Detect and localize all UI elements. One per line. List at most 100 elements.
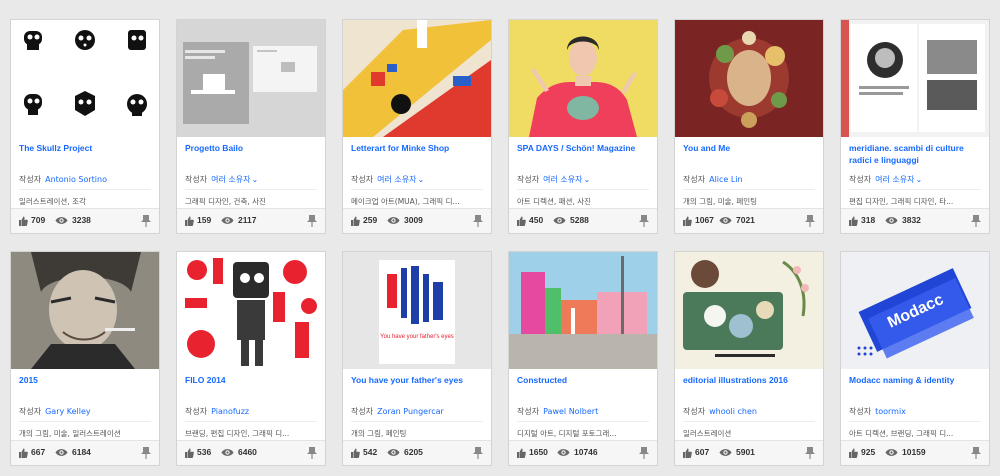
project-card[interactable]: Progetto Bailo 작성자 여러 소유자⌄ 그래픽 디자인, 건축, 사… bbox=[176, 19, 326, 234]
project-card[interactable]: You have your father's eyes You have you… bbox=[342, 251, 492, 466]
divider bbox=[517, 189, 649, 190]
chevron-down-icon[interactable]: ⌄ bbox=[251, 175, 258, 184]
owner-link[interactable]: 여러 소유자 bbox=[543, 175, 582, 184]
project-thumbnail[interactable] bbox=[11, 252, 159, 369]
owner-prefix: 작성자 bbox=[351, 407, 374, 416]
view-count: 6184 bbox=[72, 447, 91, 457]
save-pin-icon[interactable] bbox=[307, 214, 317, 227]
project-title[interactable]: SPA DAYS / Schön! Magazine bbox=[517, 142, 653, 154]
eye-icon bbox=[221, 217, 234, 224]
project-card[interactable]: editorial illustrations 2016 작성자 whooli c… bbox=[674, 251, 824, 466]
project-thumbnail[interactable] bbox=[177, 20, 325, 137]
project-title[interactable]: editorial illustrations 2016 bbox=[683, 374, 819, 386]
owner-prefix: 작성자 bbox=[849, 407, 872, 416]
save-pin-icon[interactable] bbox=[473, 446, 483, 459]
project-stats: 1650 10746 bbox=[509, 440, 657, 465]
project-owner: 작성자 whooli chen bbox=[683, 406, 819, 417]
project-thumbnail[interactable] bbox=[177, 252, 325, 369]
save-pin-icon[interactable] bbox=[639, 214, 649, 227]
project-owner: 작성자 Antonio Sortino bbox=[19, 174, 155, 185]
project-owner: 작성자 여러 소유자⌄ bbox=[185, 174, 321, 185]
save-pin-icon[interactable] bbox=[805, 446, 815, 459]
project-stats: 1067 7021 bbox=[675, 208, 823, 233]
divider bbox=[19, 189, 151, 190]
owner-link[interactable]: Zoran Pungercar bbox=[377, 407, 444, 416]
owner-link[interactable]: whooli chen bbox=[709, 407, 757, 416]
save-pin-icon[interactable] bbox=[141, 446, 151, 459]
save-pin-icon[interactable] bbox=[473, 214, 483, 227]
owner-link[interactable]: Pianofuzz bbox=[211, 407, 249, 416]
eye-icon bbox=[885, 449, 898, 456]
divider bbox=[849, 421, 981, 422]
owner-link[interactable]: 여러 소유자 bbox=[875, 175, 914, 184]
divider bbox=[517, 421, 649, 422]
project-card[interactable]: 2015 작성자 Gary Kelley 개의 그림, 미술, 일러스트레이션 6… bbox=[10, 251, 160, 466]
owner-prefix: 작성자 bbox=[19, 175, 42, 184]
project-title[interactable]: 2015 bbox=[19, 374, 155, 386]
project-title[interactable]: Letterart for Minke Shop bbox=[351, 142, 487, 154]
project-stats: 159 2117 bbox=[177, 208, 325, 233]
project-owner: 작성자 Zoran Pungercar bbox=[351, 406, 487, 417]
owner-link[interactable]: 여러 소유자 bbox=[377, 175, 416, 184]
project-card[interactable]: meridiane. scambi di culture radici e li… bbox=[840, 19, 990, 234]
save-pin-icon[interactable] bbox=[639, 446, 649, 459]
project-fields: 개의 그림, 미술, 페인팅 bbox=[683, 197, 758, 206]
project-stats: 318 3832 bbox=[841, 208, 989, 233]
project-fields: 개의 그림, 미술, 일러스트레이션 bbox=[19, 429, 121, 438]
owner-link[interactable]: Alice Lin bbox=[709, 175, 743, 184]
view-count: 10746 bbox=[574, 447, 598, 457]
chevron-down-icon[interactable]: ⌄ bbox=[583, 175, 590, 184]
save-pin-icon[interactable] bbox=[307, 446, 317, 459]
project-card[interactable]: Constructed 작성자 Pawel Nolbert 디지털 아트, 디지털… bbox=[508, 251, 658, 466]
owner-link[interactable]: Pawel Nolbert bbox=[543, 407, 598, 416]
project-title[interactable]: You have your father's eyes bbox=[351, 374, 487, 386]
view-count: 3238 bbox=[72, 215, 91, 225]
project-thumbnail[interactable] bbox=[509, 252, 657, 369]
owner-prefix: 작성자 bbox=[185, 407, 208, 416]
owner-prefix: 작성자 bbox=[849, 175, 872, 184]
save-pin-icon[interactable] bbox=[971, 446, 981, 459]
eye-icon bbox=[553, 217, 566, 224]
project-thumbnail[interactable] bbox=[841, 20, 989, 137]
project-stats: 259 3009 bbox=[343, 208, 491, 233]
project-title[interactable]: Modacc naming & identity bbox=[849, 374, 985, 386]
owner-prefix: 작성자 bbox=[19, 407, 42, 416]
project-thumbnail[interactable] bbox=[675, 20, 823, 137]
chevron-down-icon[interactable]: ⌄ bbox=[915, 175, 922, 184]
save-pin-icon[interactable] bbox=[971, 214, 981, 227]
project-thumbnail[interactable]: Modacc bbox=[841, 252, 989, 369]
project-thumbnail[interactable] bbox=[343, 20, 491, 137]
project-stats: 667 6184 bbox=[11, 440, 159, 465]
save-pin-icon[interactable] bbox=[141, 214, 151, 227]
project-thumbnail[interactable] bbox=[675, 252, 823, 369]
project-title[interactable]: The Skullz Project bbox=[19, 142, 155, 154]
owner-link[interactable]: 여러 소유자 bbox=[211, 175, 250, 184]
chevron-down-icon[interactable]: ⌄ bbox=[417, 175, 424, 184]
owner-link[interactable]: Antonio Sortino bbox=[45, 175, 107, 184]
project-card[interactable]: Letterart for Minke Shop 작성자 여러 소유자⌄ 메이크업… bbox=[342, 19, 492, 234]
owner-link[interactable]: Gary Kelley bbox=[45, 407, 91, 416]
save-pin-icon[interactable] bbox=[805, 214, 815, 227]
project-thumbnail[interactable] bbox=[11, 20, 159, 137]
project-card[interactable]: The Skullz Project 작성자 Antonio Sortino 일러… bbox=[10, 19, 160, 234]
project-title[interactable]: Constructed bbox=[517, 374, 653, 386]
like-count: 1650 bbox=[529, 447, 548, 457]
project-fields: 그래픽 디자인, 건축, 사진 bbox=[185, 197, 266, 206]
eye-icon bbox=[221, 449, 234, 456]
owner-link[interactable]: toormix bbox=[875, 407, 906, 416]
project-title[interactable]: You and Me bbox=[683, 142, 819, 154]
project-title[interactable]: Progetto Bailo bbox=[185, 142, 321, 154]
project-card[interactable]: SPA DAYS / Schön! Magazine 작성자 여러 소유자⌄ 아트… bbox=[508, 19, 658, 234]
like-count: 159 bbox=[197, 215, 212, 225]
project-title[interactable]: FILO 2014 bbox=[185, 374, 321, 386]
project-stats: 607 5901 bbox=[675, 440, 823, 465]
project-title[interactable]: meridiane. scambi di culture radici e li… bbox=[849, 142, 985, 166]
project-fields: 메이크업 아트(MUA), 그래픽 디... bbox=[351, 197, 460, 206]
project-owner: 작성자 Pawel Nolbert bbox=[517, 406, 653, 417]
thumbs-up-icon bbox=[849, 216, 858, 226]
project-thumbnail[interactable] bbox=[509, 20, 657, 137]
project-card[interactable]: Modacc Modacc naming & identity 작성자 toorm… bbox=[840, 251, 990, 466]
project-card[interactable]: You and Me 작성자 Alice Lin 개의 그림, 미술, 페인팅 1… bbox=[674, 19, 824, 234]
project-thumbnail[interactable]: You have your father's eyes bbox=[343, 252, 491, 369]
project-card[interactable]: FILO 2014 작성자 Pianofuzz 브랜딩, 편집 디자인, 그래픽 … bbox=[176, 251, 326, 466]
